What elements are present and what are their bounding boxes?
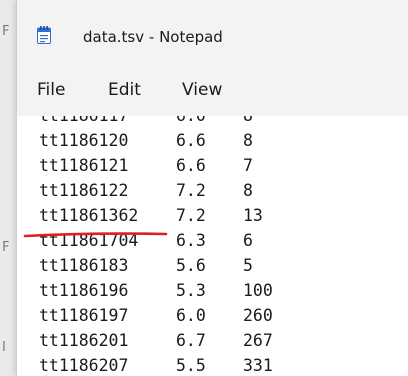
window-title: data.tsv - Notepad [83,28,223,46]
row-rating: 6.0 [176,116,206,125]
row-rating: 6.7 [176,331,206,350]
notepad-window: data.tsv - Notepad File Edit View tt1186… [16,0,408,376]
row-votes: 267 [243,331,273,350]
row-id: tt1186201 [39,331,129,350]
text-line: tt1186197 6.0 260 [39,306,273,331]
notepad-icon [37,26,51,44]
row-votes: 6 [243,231,253,250]
text-line: tt11861362 7.2 13 [39,206,263,231]
row-id: tt1186183 [39,256,129,275]
row-rating: 7.2 [176,181,206,200]
row-votes: 8 [243,131,253,150]
row-id: tt1186120 [39,131,129,150]
row-votes: 13 [243,206,263,225]
row-rating: 6.6 [176,131,206,150]
row-rating: 6.6 [176,156,206,175]
background-text-fragment: I [2,340,6,355]
text-line: tt1186207 5.5 331 [39,356,273,376]
text-line: tt1186183 5.6 5 [39,256,253,281]
text-line: tt1186196 5.3 100 [39,281,273,306]
text-line: tt1186121 6.6 7 [39,156,253,181]
menu-bar: File Edit View [17,66,408,116]
background-text-fragment: F [2,24,10,39]
row-rating: 6.0 [176,306,206,325]
text-line: tt1186122 7.2 8 [39,181,253,206]
row-id: tt1186196 [39,281,129,300]
text-line: tt1186201 6.7 267 [39,331,273,356]
row-rating: 5.6 [176,256,206,275]
row-votes: 8 [243,181,253,200]
text-editor-area[interactable]: tt1186117 6.0 8 tt1186120 6.6 8 tt118612… [17,116,408,376]
text-line: tt1186117 6.0 8 [39,116,253,131]
row-votes: 8 [243,116,253,125]
row-votes: 5 [243,256,253,275]
row-rating: 6.3 [176,231,206,250]
background-text-fragment: F [2,240,10,255]
row-id: tt11861362 [39,206,139,225]
row-id: tt1186207 [39,356,129,375]
row-rating: 5.3 [176,281,206,300]
row-votes: 100 [243,281,273,300]
row-rating: 7.2 [176,206,206,225]
text-line: tt1186120 6.6 8 [39,131,253,156]
menu-edit[interactable]: Edit [108,80,141,100]
title-bar[interactable]: data.tsv - Notepad [17,0,408,66]
row-id: tt1186121 [39,156,129,175]
row-votes: 260 [243,306,273,325]
row-rating: 5.5 [176,356,206,375]
row-id: tt1186197 [39,306,129,325]
row-id: tt1186117 [39,116,128,125]
menu-file[interactable]: File [37,80,65,100]
red-underline-annotation [23,232,168,238]
menu-view[interactable]: View [182,80,222,100]
row-id: tt1186122 [39,181,129,200]
row-votes: 331 [243,356,273,375]
row-votes: 7 [243,156,253,175]
